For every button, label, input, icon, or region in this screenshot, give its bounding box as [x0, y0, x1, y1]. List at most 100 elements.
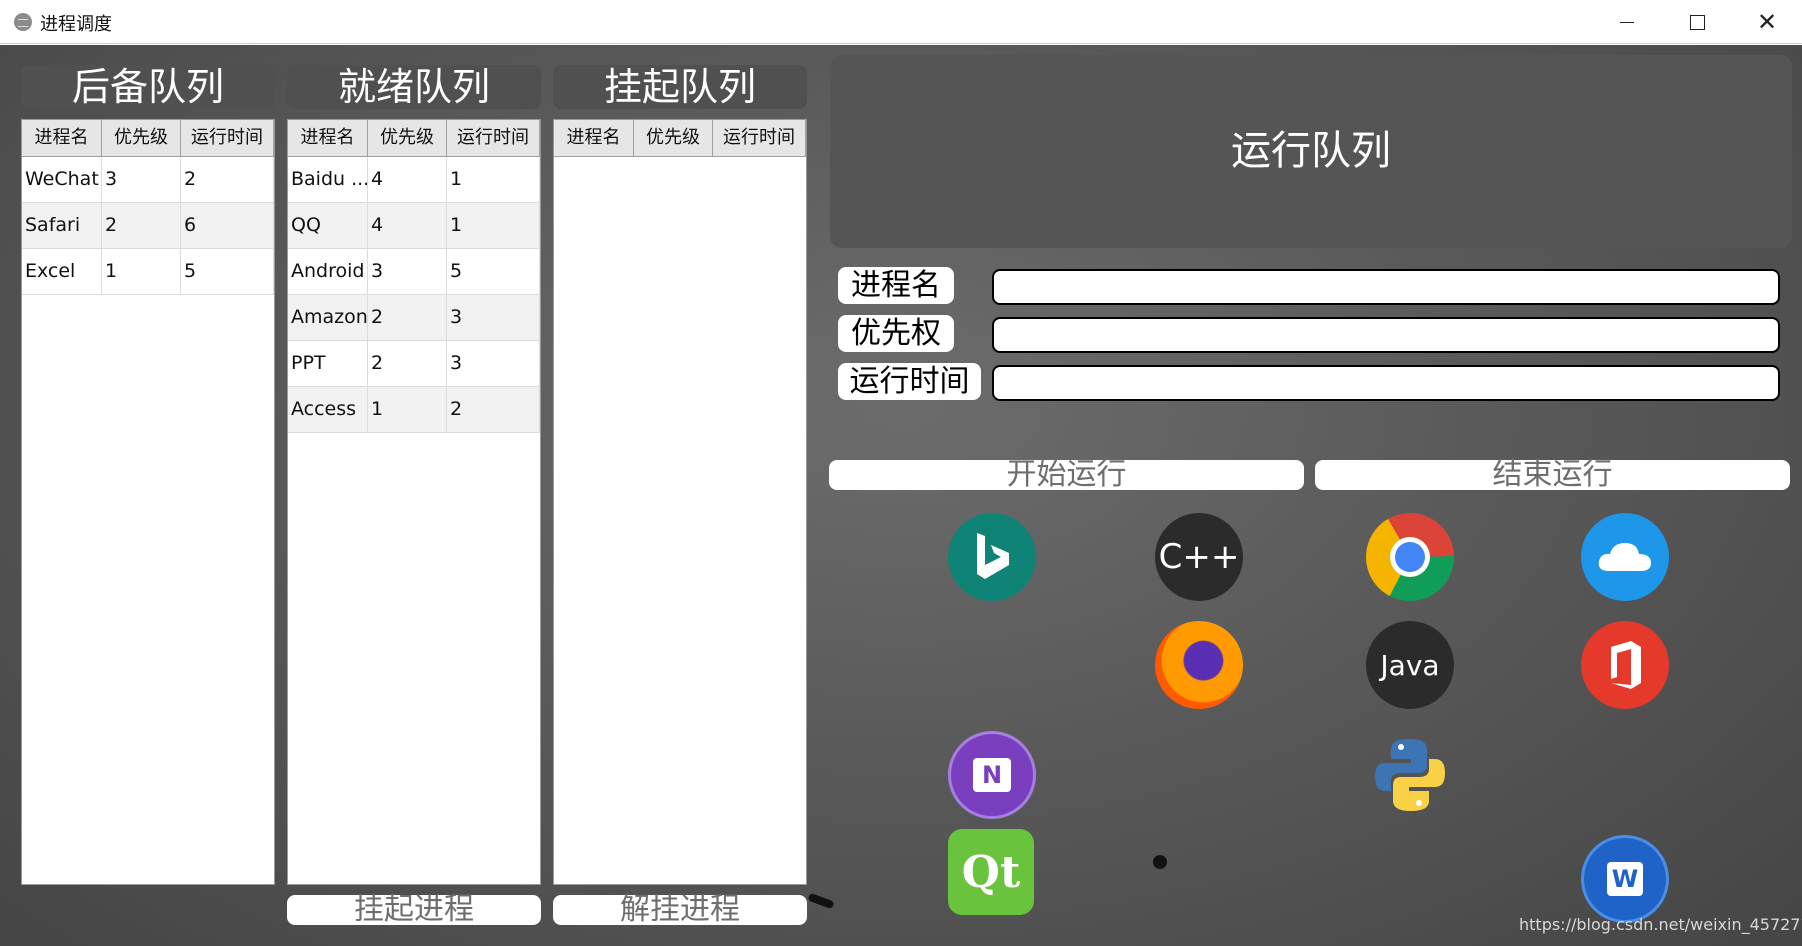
cell-runtime: 1 [447, 203, 540, 248]
cell-priority: 2 [368, 295, 447, 340]
process-name-label: 进程名 [838, 267, 954, 304]
suspend-queue-table[interactable]: 进程名 优先级 运行时间 [553, 119, 807, 885]
cell-runtime: 1 [447, 157, 540, 202]
decorative-bird [807, 892, 835, 910]
title-bar: 进程调度 ✕ [0, 0, 1802, 44]
onenote-glyph: N [973, 758, 1011, 792]
priority-input[interactable] [992, 317, 1780, 353]
watermark-text: https://blog.csdn.net/weixin_45727777 [1519, 915, 1802, 934]
running-queue-panel: 运行队列 [830, 55, 1792, 248]
cell-process-name: Safari [22, 203, 102, 248]
table-header: 进程名 优先级 运行时间 [22, 120, 274, 157]
firefox-icon[interactable] [1155, 621, 1243, 709]
table-row[interactable]: QQ 4 1 [288, 203, 540, 249]
table-row[interactable]: Baidu ... 4 1 [288, 157, 540, 203]
table-row[interactable]: Safari 2 6 [22, 203, 274, 249]
suspend-queue-title: 挂起队列 [553, 65, 807, 109]
cell-process-name: WeChat [22, 157, 102, 202]
column-header-name[interactable]: 进程名 [22, 120, 102, 156]
office-icon[interactable] [1581, 621, 1669, 709]
column-header-name[interactable]: 进程名 [554, 120, 634, 156]
table-row[interactable]: Amazon 2 3 [288, 295, 540, 341]
chrome-icon[interactable] [1366, 513, 1454, 601]
cell-priority: 2 [368, 341, 447, 386]
qt-icon[interactable]: Qt [948, 829, 1034, 915]
table-row[interactable]: Access 1 2 [288, 387, 540, 433]
cell-process-name: Amazon [288, 295, 368, 340]
cell-process-name: QQ [288, 203, 368, 248]
chrome-center [1395, 542, 1425, 572]
priority-label: 优先权 [838, 315, 954, 352]
cell-runtime: 3 [447, 295, 540, 340]
running-queue-title: 运行队列 [1231, 128, 1391, 174]
table-row[interactable]: Android 3 5 [288, 249, 540, 295]
suspend-process-button[interactable]: 挂起进程 [287, 895, 541, 925]
app-icon [14, 13, 32, 31]
backup-queue-title: 后备队列 [21, 65, 275, 109]
column-header-priority[interactable]: 优先级 [634, 120, 713, 156]
end-run-button[interactable]: 结束运行 [1315, 460, 1790, 490]
chrome-ring [1390, 537, 1430, 577]
column-header-runtime[interactable]: 运行时间 [181, 120, 274, 156]
column-header-priority[interactable]: 优先级 [368, 120, 447, 156]
office-glyph [1611, 641, 1641, 689]
maximize-icon [1689, 14, 1705, 30]
app-window: 进程调度 ✕ 后备队列 就绪队列 挂起队列 进程名 优先级 运行时间 WeCha… [0, 0, 1802, 946]
java-icon[interactable]: Java [1366, 621, 1454, 709]
python-icon[interactable] [1366, 731, 1454, 819]
runtime-label: 运行时间 [838, 363, 981, 400]
cell-priority: 3 [368, 249, 447, 294]
cell-process-name: Baidu ... [288, 157, 368, 202]
table-row[interactable]: WeChat 3 2 [22, 157, 274, 203]
cell-runtime: 3 [447, 341, 540, 386]
cell-runtime: 2 [181, 157, 274, 202]
qt-icon-label: Qt [961, 846, 1021, 898]
python-glyph [1375, 739, 1445, 811]
start-run-button[interactable]: 开始运行 [829, 460, 1304, 490]
ready-queue-title: 就绪队列 [287, 65, 541, 109]
cell-priority: 4 [368, 203, 447, 248]
cell-priority: 4 [368, 157, 447, 202]
cell-runtime: 5 [181, 249, 274, 294]
backup-queue-table[interactable]: 进程名 优先级 运行时间 WeChat 3 2 Safari 2 6 Excel 1 5 [21, 119, 275, 885]
cell-priority: 1 [102, 249, 181, 294]
word-icon[interactable]: W [1581, 835, 1669, 923]
runtime-input[interactable] [992, 365, 1780, 401]
client-area: 后备队列 就绪队列 挂起队列 进程名 优先级 运行时间 WeChat 3 2 Safa… [0, 45, 1802, 946]
ready-queue-table[interactable]: 进程名 优先级 运行时间 Baidu ... 4 1 QQ 4 1 Android 3 5 Ama… [287, 119, 541, 885]
close-icon: ✕ [1756, 8, 1778, 36]
cell-runtime: 5 [447, 249, 540, 294]
table-header: 进程名 优先级 运行时间 [554, 120, 806, 157]
table-row[interactable]: PPT 2 3 [288, 341, 540, 387]
close-button[interactable]: ✕ [1732, 0, 1802, 44]
cell-runtime: 6 [181, 203, 274, 248]
cell-priority: 2 [102, 203, 181, 248]
table-body: Baidu ... 4 1 QQ 4 1 Android 3 5 Amazon 2 3 PPT 2 3 Acc… [288, 157, 540, 433]
cloud-glyph [1598, 543, 1651, 571]
minimize-button[interactable] [1592, 0, 1662, 44]
cell-priority: 1 [368, 387, 447, 432]
minimize-icon [1620, 21, 1634, 23]
cell-process-name: Excel [22, 249, 102, 294]
maximize-button[interactable] [1662, 0, 1732, 44]
cell-process-name: Android [288, 249, 368, 294]
cell-process-name: PPT [288, 341, 368, 386]
onenote-icon[interactable]: N [948, 731, 1036, 819]
table-header: 进程名 优先级 运行时间 [288, 120, 540, 157]
cpp-icon-label: C++ [1158, 537, 1240, 577]
resume-process-button[interactable]: 解挂进程 [553, 895, 807, 925]
column-header-name[interactable]: 进程名 [288, 120, 368, 156]
table-row[interactable]: Excel 1 5 [22, 249, 274, 295]
column-header-runtime[interactable]: 运行时间 [447, 120, 540, 156]
process-name-input[interactable] [992, 269, 1780, 305]
cpp-icon[interactable]: C++ [1155, 513, 1243, 601]
column-header-runtime[interactable]: 运行时间 [713, 120, 806, 156]
cell-process-name: Access [288, 387, 368, 432]
column-header-priority[interactable]: 优先级 [102, 120, 181, 156]
bing-glyph [977, 533, 1009, 579]
bing-icon[interactable] [948, 513, 1036, 601]
onedrive-icon[interactable] [1581, 513, 1669, 601]
table-body: WeChat 3 2 Safari 2 6 Excel 1 5 [22, 157, 274, 295]
java-icon-label: Java [1380, 648, 1440, 682]
decorative-spot [1153, 855, 1167, 869]
